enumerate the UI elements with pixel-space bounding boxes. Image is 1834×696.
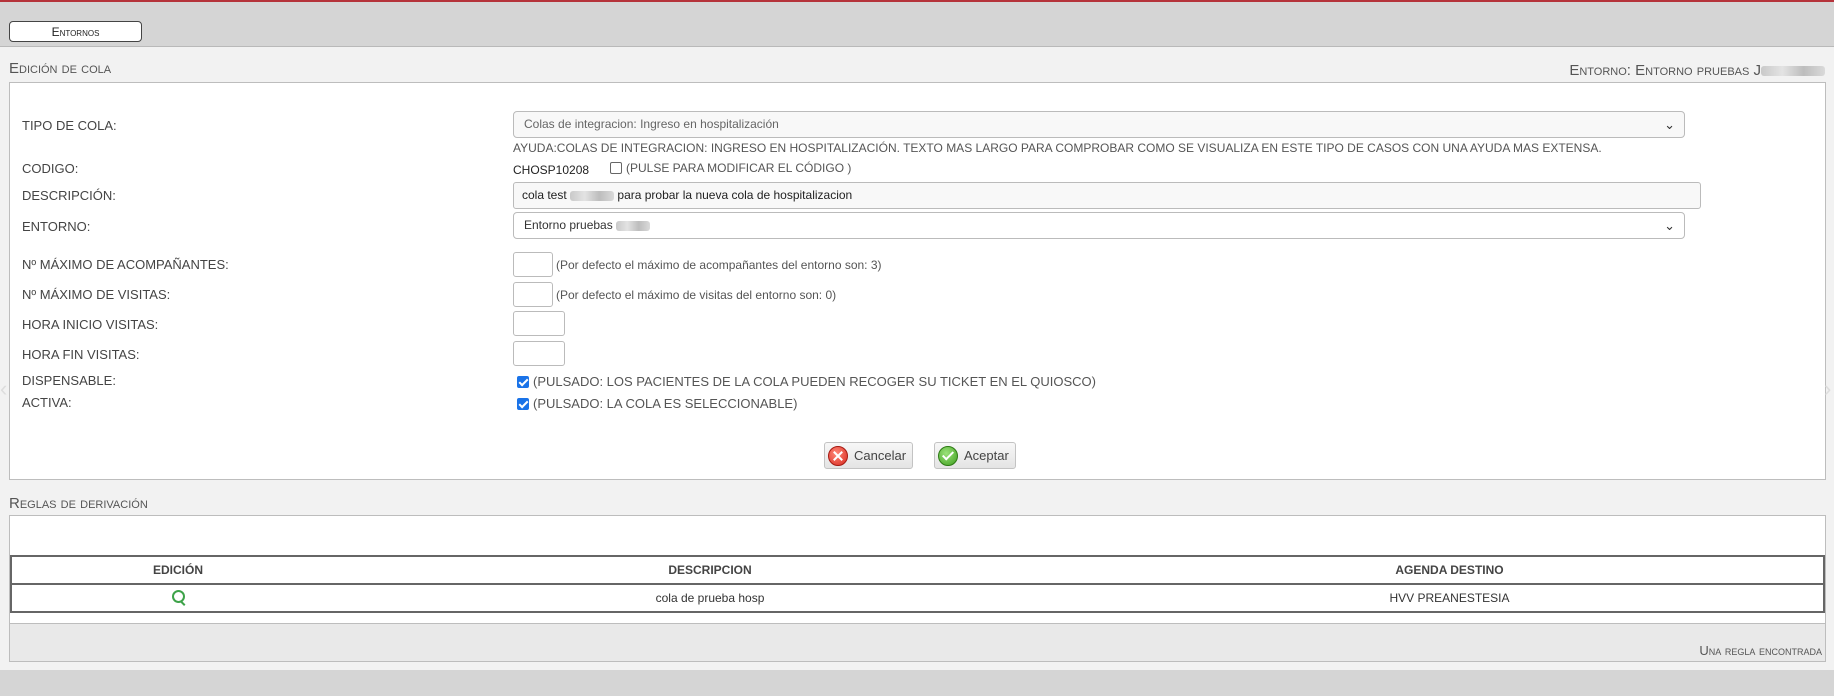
entorno-label: ENTORNO: xyxy=(22,219,91,234)
tipo-select-value: Colas de integracion: Ingreso en hospita… xyxy=(524,117,779,131)
codigo-modify-checkbox[interactable] xyxy=(610,161,622,174)
chevron-right-icon[interactable]: › xyxy=(1824,376,1834,402)
activa-label: ACTIVA: xyxy=(22,395,72,410)
checkmark-icon xyxy=(938,446,958,466)
activa-note: (PULSADO: LA COLA ES SELECCIONABLE) xyxy=(533,396,798,411)
max-visitas-input[interactable] xyxy=(513,282,553,307)
hora-fin-input[interactable] xyxy=(513,341,565,366)
table-row: cola de prueba hosp HVV PREANESTESIA xyxy=(10,584,1825,613)
tipo-select[interactable]: Colas de integracion: Ingreso en hospita… xyxy=(513,111,1685,138)
descripcion-suffix: para probar la nueva cola de hospitaliza… xyxy=(617,188,853,202)
column-header-edicion: EDICIÓN xyxy=(10,555,344,585)
cancel-button-label: Cancelar xyxy=(854,448,907,463)
edit-cell xyxy=(10,584,344,613)
max-visitas-hint: (Por defecto el máximo de visitas del en… xyxy=(556,288,837,302)
table-header-row: EDICIÓN DESCRIPCION AGENDA DESTINO xyxy=(10,555,1825,585)
cancel-icon xyxy=(828,446,848,466)
max-acompanantes-hint: (Por defecto el máximo de acompañantes d… xyxy=(556,258,882,272)
descripcion-label: DESCRIPCIÓN: xyxy=(22,188,116,203)
codigo-value: CHOSP10208 xyxy=(513,163,590,177)
max-acompanantes-input[interactable] xyxy=(513,252,553,277)
hora-inicio-input[interactable] xyxy=(513,311,565,336)
redacted-text xyxy=(570,190,615,201)
codigo-label: CODIGO: xyxy=(22,161,79,176)
environment-label: Entorno: Entorno pruebas J xyxy=(1569,62,1825,79)
environment-label-text: Entorno: Entorno pruebas J xyxy=(1569,62,1761,79)
top-toolbar: Entornos xyxy=(0,2,1834,47)
cancel-button[interactable]: Cancelar xyxy=(824,442,914,469)
redacted-text xyxy=(616,220,651,231)
rules-section-title: Reglas de derivación xyxy=(9,495,148,512)
magnifier-icon[interactable] xyxy=(171,590,185,603)
column-header-descripcion: DESCRIPCION xyxy=(344,555,1076,585)
chevron-down-icon: ⌄ xyxy=(1664,117,1675,132)
agenda-cell: HVV PREANESTESIA xyxy=(1076,584,1825,613)
accept-button-label: Aceptar xyxy=(964,448,1009,463)
entorno-select-value: Entorno pruebas xyxy=(524,218,613,232)
dispensable-option: (PULSADO: LOS PACIENTES DE LA COLA PUEDE… xyxy=(517,374,1096,389)
max-acompanantes-label: Nº MÁXIMO DE ACOMPAÑANTES: xyxy=(22,257,229,272)
rules-count: Una regla encontrada xyxy=(1699,643,1822,658)
rules-footer: Una regla encontrada xyxy=(9,623,1826,662)
codigo-note-text: (PULSE PARA MODIFICAR EL CÓDIGO ) xyxy=(626,161,852,175)
activa-option: (PULSADO: LA COLA ES SELECCIONABLE) xyxy=(517,396,797,411)
entorno-select[interactable]: Entorno pruebas ⌄ xyxy=(513,212,1685,239)
descripcion-prefix: cola test xyxy=(522,188,567,202)
codigo-modify-option: (PULSE PARA MODIFICAR EL CÓDIGO ) xyxy=(610,161,851,175)
hora-fin-label: HORA FIN VISITAS: xyxy=(22,347,140,362)
activa-checkbox[interactable] xyxy=(517,397,529,410)
tipo-help-text: AYUDA:COLAS DE INTEGRACION: INGRESO EN H… xyxy=(513,141,1602,155)
rules-table: EDICIÓN DESCRIPCION AGENDA DESTINO cola … xyxy=(10,555,1825,613)
dispensable-checkbox[interactable] xyxy=(517,375,529,388)
dispensable-note: (PULSADO: LOS PACIENTES DE LA COLA PUEDE… xyxy=(533,374,1096,389)
edit-section-title: Edición de cola xyxy=(9,60,112,77)
chevron-down-icon: ⌄ xyxy=(1664,218,1675,233)
accept-button[interactable]: Aceptar xyxy=(934,442,1016,469)
column-header-agenda: AGENDA DESTINO xyxy=(1076,555,1825,585)
descripcion-cell: cola de prueba hosp xyxy=(344,584,1076,613)
chevron-left-icon[interactable]: ‹ xyxy=(0,376,10,402)
descripcion-input[interactable]: cola test para probar la nueva cola de h… xyxy=(513,182,1701,209)
max-visitas-label: Nº MÁXIMO DE VISITAS: xyxy=(22,287,171,302)
hora-inicio-label: HORA INICIO VISITAS: xyxy=(22,317,159,332)
redacted-text xyxy=(1761,66,1825,77)
tipo-label: TIPO DE COLA: xyxy=(22,118,117,133)
entornos-button[interactable]: Entornos xyxy=(9,21,142,42)
dispensable-label: DISPENSABLE: xyxy=(22,373,116,388)
